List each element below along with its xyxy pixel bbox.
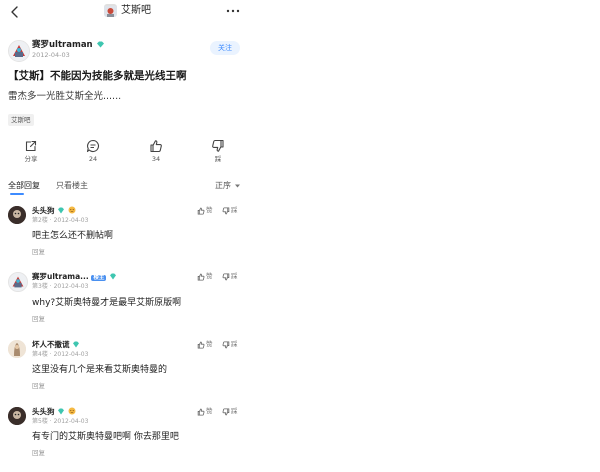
diamond-badge-icon [58, 408, 65, 415]
thumbs-down-icon [212, 139, 224, 152]
comment-avatar[interactable] [8, 407, 26, 425]
active-tab-indicator [10, 193, 24, 195]
comment-avatar[interactable] [8, 340, 26, 358]
diamond-badge-icon [96, 41, 104, 48]
comment-meta: 第4楼 · 2012-04-03 [32, 351, 89, 358]
comment-text: 有专门的艾斯奥特曼吧啊 你去那里吧 [32, 432, 179, 442]
like-button[interactable]: 34 [136, 139, 176, 163]
comment-text: 吧主怎么还不删帖啊 [32, 231, 114, 241]
reply-button[interactable]: 回复 [32, 248, 45, 256]
comment-button[interactable]: 24 [73, 139, 113, 163]
tab-all-replies[interactable]: 全部回复 [8, 181, 40, 191]
comment-icon [86, 139, 99, 153]
forum-logo[interactable] [104, 4, 117, 17]
comment-meta: 第3楼 · 2012-04-03 [32, 283, 89, 290]
thread-pane: 艾斯吧 赛罗ultraman 2012-04-03 关注 【艾斯】不能因为技能多… [0, 0, 250, 472]
forum-title[interactable]: 艾斯吧 [121, 4, 151, 17]
comment-avatar[interactable] [8, 206, 26, 224]
post-date: 2012-04-03 [32, 51, 70, 59]
forum-tag[interactable]: 艾斯吧 [8, 114, 34, 126]
op-badge: 楼主 [91, 275, 107, 281]
comment-meta: 第5楼 · 2012-04-03 [32, 418, 89, 425]
reply-button[interactable]: 回复 [32, 315, 45, 323]
diamond-badge-icon [73, 341, 80, 348]
reply-button[interactable]: 回复 [32, 382, 45, 390]
comment-meta: 第2楼 · 2012-04-03 [32, 217, 89, 224]
comment-username[interactable]: 赛罗ultrama... 楼主 [32, 272, 117, 282]
comment-dislike-button[interactable]: 踩 [222, 206, 238, 215]
comment-username[interactable]: 头头狗 [32, 407, 76, 416]
thumbs-down-icon [222, 272, 230, 280]
comment-like-button[interactable]: 赞 [197, 272, 213, 281]
share-button[interactable]: 分享 [11, 139, 51, 163]
follow-button[interactable]: 关注 [210, 41, 240, 55]
thumbs-down-icon [222, 340, 230, 348]
thumbs-down-icon [222, 407, 230, 415]
like-count: 34 [151, 155, 161, 163]
tab-op-only[interactable]: 只看楼主 [56, 181, 88, 191]
share-icon [25, 140, 37, 152]
author-avatar[interactable] [8, 40, 30, 62]
emoji-face-icon [68, 407, 76, 415]
author-name[interactable]: 赛罗ultraman [32, 40, 105, 50]
thumbs-up-icon [197, 408, 205, 416]
more-options-icon[interactable] [226, 9, 240, 13]
share-label: 分享 [24, 155, 38, 163]
diamond-badge-icon [58, 207, 65, 214]
comment-text: 这里没有几个是来看艾斯奥特曼的 [32, 365, 168, 375]
diamond-badge-icon [109, 273, 116, 280]
comment-like-button[interactable]: 赞 [197, 206, 213, 215]
comment-like-button[interactable]: 赞 [197, 340, 213, 349]
thumbs-up-icon [197, 341, 205, 349]
comment-dislike-button[interactable]: 踩 [222, 272, 238, 281]
thumbs-up-icon [150, 140, 162, 153]
emoji-face-icon [68, 206, 76, 214]
comment-dislike-button[interactable]: 踩 [222, 407, 238, 416]
comment-like-button[interactable]: 赞 [197, 407, 213, 416]
reply-button[interactable]: 回复 [32, 449, 45, 457]
comment-dislike-button[interactable]: 踩 [222, 340, 238, 349]
thumbs-up-icon [197, 207, 205, 215]
dislike-button[interactable]: 踩 [198, 139, 238, 163]
comment-count: 24 [88, 155, 98, 163]
sort-order-button[interactable]: 正序 [215, 181, 231, 191]
dislike-label: 踩 [214, 155, 222, 163]
thumbs-up-icon [197, 273, 205, 281]
thumbs-down-icon [222, 206, 230, 214]
post-title: 【艾斯】不能因为技能多就是光线王啊 [8, 70, 187, 82]
caret-down-icon[interactable] [234, 183, 241, 189]
comment-avatar[interactable] [8, 272, 28, 292]
comment-text: why?艾斯奥特曼才是最早艾斯原版啊 [32, 298, 182, 308]
post-body: 雷杰多一光胜艾斯全光...... [8, 91, 122, 102]
back-arrow-icon[interactable] [7, 4, 23, 20]
comment-username[interactable]: 头头狗 [32, 206, 76, 215]
comment-username[interactable]: 坏人不撒谎 [32, 340, 80, 349]
